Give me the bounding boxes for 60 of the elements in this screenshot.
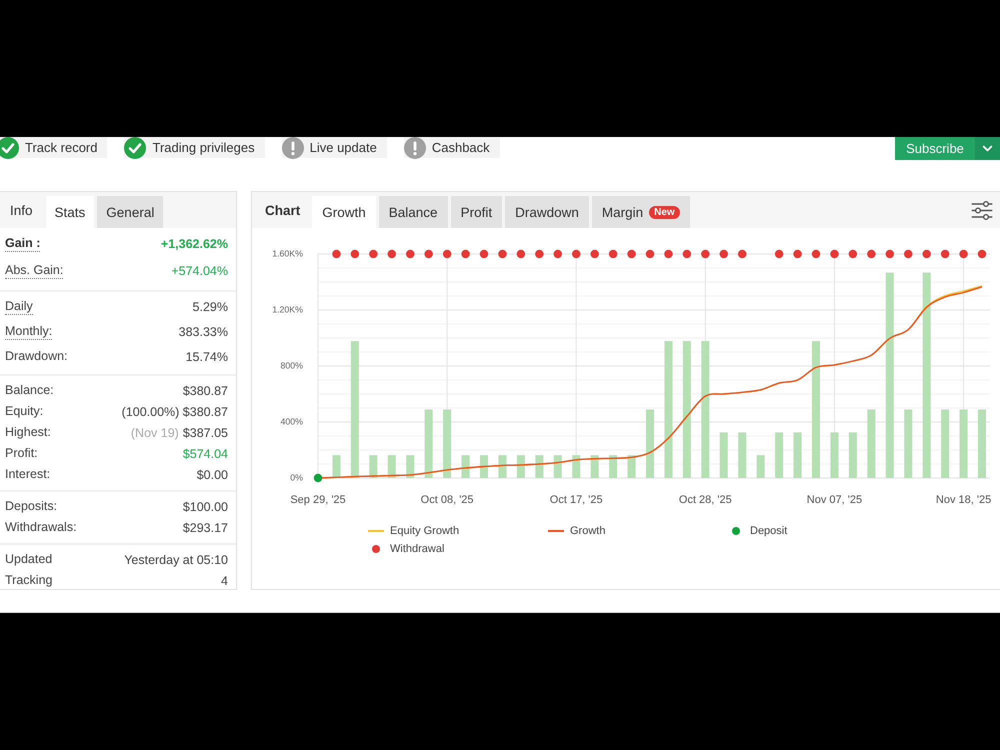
tab[interactable]: Drawdown: [505, 196, 589, 228]
tab[interactable]: Balance: [378, 196, 448, 228]
stat-label: Abs. Gain:: [5, 262, 64, 278]
panel-title: Info: [10, 202, 33, 218]
tab[interactable]: Stats: [46, 196, 94, 228]
stat-value: $100.00: [182, 500, 228, 514]
stat-label: Deposits:: [5, 498, 58, 514]
stat-value: 4: [221, 574, 228, 588]
stat-label: Equity:: [5, 404, 44, 420]
stat-value: 15.74%: [186, 350, 228, 364]
stat-value: +1,362.62%: [160, 236, 228, 250]
axis-label: 0%: [290, 472, 303, 482]
stat-value: Yesterday at 05:10: [124, 552, 228, 566]
legend-label: Withdrawal: [390, 543, 444, 555]
axis-label: Nov 18, '25: [936, 494, 992, 506]
stat-label: Daily: [5, 298, 33, 314]
axis-label: Oct 17, '25: [550, 494, 603, 506]
axis-label: Sep 29, '25: [290, 494, 346, 506]
stat-label: Updated: [5, 552, 52, 568]
stat-value: $380.87: [182, 384, 228, 398]
stat-label: Drawdown:: [5, 348, 68, 364]
stat-value: $0.00: [196, 468, 228, 482]
axis-label: Nov 07, '25: [806, 494, 862, 506]
tab[interactable]: Margin New: [592, 196, 690, 228]
stat-value: $574.04: [182, 446, 228, 460]
tab[interactable]: General: [97, 196, 164, 228]
badge-label: Live update: [310, 140, 377, 155]
axis-label: 1.60K%: [272, 248, 303, 258]
stat-label: Profit:: [5, 446, 38, 462]
axis-label: 1.20K%: [272, 304, 303, 314]
badge-label: Trading privileges: [152, 140, 255, 155]
sliders-icon[interactable]: [971, 200, 993, 220]
stat-note: (Nov 19): [130, 426, 179, 440]
stat-value: 5.29%: [192, 300, 228, 314]
new-badge: New: [649, 206, 680, 218]
stat-label: Interest:: [5, 466, 50, 482]
badge-label: Track record: [25, 140, 98, 155]
stat-label: Balance:: [5, 382, 54, 398]
legend-label: Deposit: [750, 525, 788, 537]
dropdown-button[interactable]: [975, 137, 1000, 160]
axis-label: Oct 28, '25: [678, 494, 732, 506]
stat-value: (100.00%) $380.87: [122, 404, 228, 418]
stat-value: 383.33%: [178, 324, 228, 338]
legend-label: Growth: [570, 525, 606, 537]
stat-label: Highest:: [5, 424, 51, 440]
axis-label: 400%: [280, 416, 303, 426]
stat-value: $387.05: [182, 426, 228, 440]
badge-label: Cashback: [432, 140, 490, 155]
legend-label: Equity Growth: [390, 525, 460, 537]
tab[interactable]: Growth: [312, 196, 376, 228]
tab[interactable]: Profit: [450, 196, 502, 228]
axis-label: Oct 08, '25: [420, 494, 474, 506]
axis-label: 800%: [280, 360, 303, 370]
stat-value: +574.04%: [171, 264, 228, 278]
stat-label: Tracking: [5, 572, 52, 588]
stat-label: Withdrawals:: [5, 520, 77, 536]
stat-label: Monthly:: [5, 324, 52, 340]
stat-value: $293.17: [182, 520, 228, 534]
stat-label: Gain :: [5, 236, 40, 252]
panel-title: Chart: [265, 202, 300, 218]
